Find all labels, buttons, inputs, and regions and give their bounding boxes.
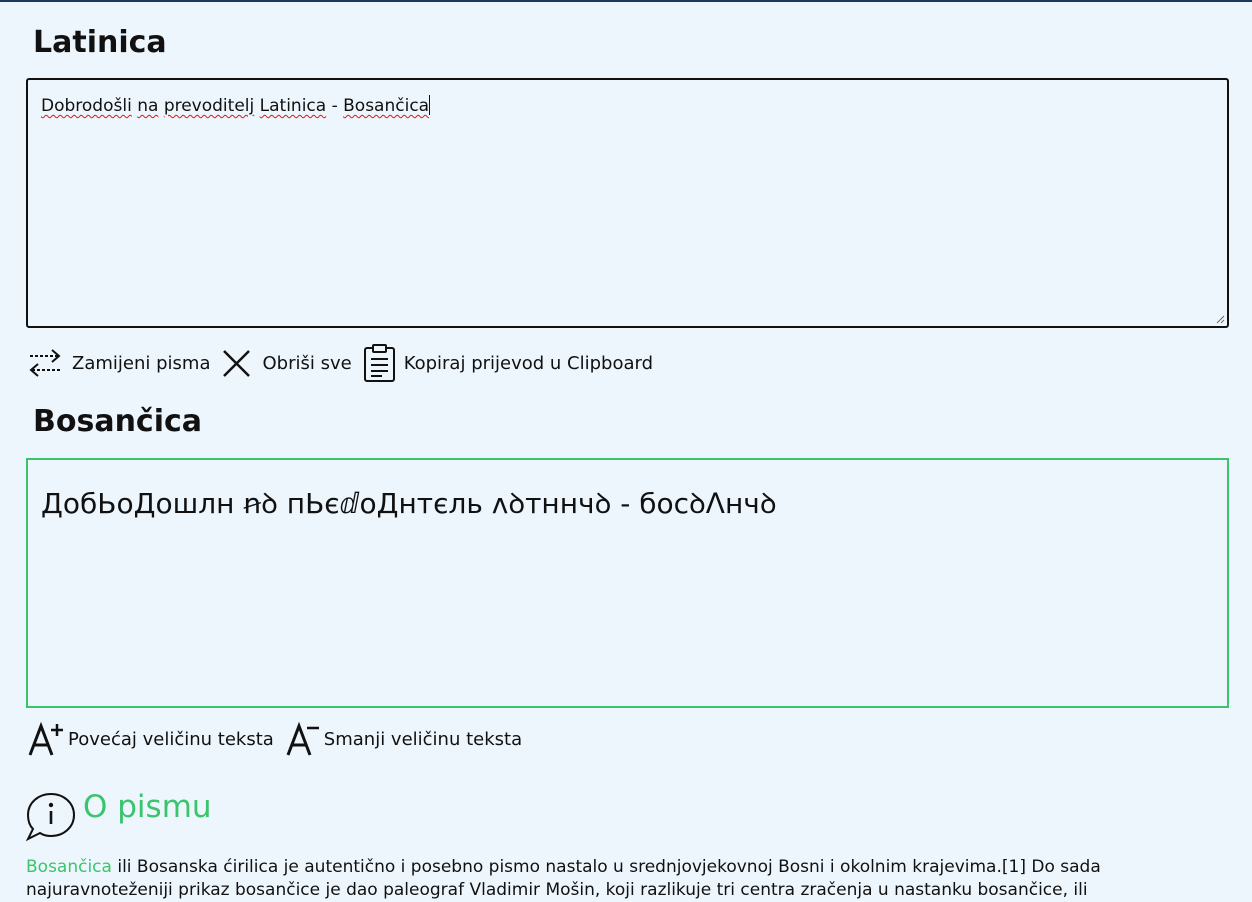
about-header: O pismu <box>25 789 212 843</box>
swap-arrows-icon <box>29 349 61 377</box>
clear-all-label: Obriši sve <box>262 352 352 374</box>
font-size-decrease-icon <box>286 721 319 756</box>
about-title: O pismu <box>83 789 212 825</box>
copy-to-clipboard-label: Kopiraj prijevod u Clipboard <box>403 352 654 374</box>
about-paragraph-text: ili Bosanska ćirilica je autentično i po… <box>111 857 1101 877</box>
bosancica-section-title: Bosančica <box>33 404 203 439</box>
input-word: na <box>137 96 159 116</box>
close-icon <box>223 350 251 377</box>
about-paragraph: Bosančica ili Bosanska ćirilica je auten… <box>26 856 1236 902</box>
decrease-text-size-button[interactable]: Smanji veličinu teksta <box>284 720 522 758</box>
increase-text-size-button[interactable]: Povećaj veličinu teksta <box>26 720 274 758</box>
input-word: prevoditelj <box>163 96 255 116</box>
bosancica-output-text: ДобЬоДошлн ꞥꝺ пЬєⅆоДнтєль ʌꝺтннчꝺ - босꝺ… <box>41 487 777 520</box>
latin-input-textarea[interactable]: Dobrodošli na prevoditelj Latinica - Bos… <box>26 78 1229 328</box>
top-border <box>0 0 1252 2</box>
swap-scripts-label: Zamijeni pisma <box>72 352 211 374</box>
decrease-text-size-label: Smanji veličinu teksta <box>323 728 523 750</box>
bosancica-output-box: ДобЬоДошлн ꞥꝺ пЬєⅆоДнтєль ʌꝺтннчꝺ - босꝺ… <box>26 458 1229 708</box>
font-size-increase-icon <box>28 721 63 756</box>
input-word: Latinica <box>259 96 327 116</box>
latin-input-text[interactable]: Dobrodošli na prevoditelj Latinica - Bos… <box>41 95 431 116</box>
font-size-toolbar: Povećaj veličinu teksta Smanji veličinu … <box>26 720 532 758</box>
clear-all-button[interactable]: Obriši sve <box>220 346 352 380</box>
text-caret <box>429 95 431 115</box>
input-word: - <box>331 96 338 116</box>
input-word: Dobrodošli <box>41 96 132 116</box>
clipboard-icon <box>363 344 395 382</box>
resize-grip-icon[interactable] <box>1215 314 1225 324</box>
input-word: Bosančica <box>343 96 430 116</box>
bosancica-link[interactable]: Bosančica <box>26 857 112 877</box>
latin-section-title: Latinica <box>33 25 167 60</box>
translation-toolbar: Zamijeni pisma Obriši sve Kopiraj prijev… <box>26 344 663 382</box>
copy-to-clipboard-button[interactable]: Kopiraj prijevod u Clipboard <box>362 343 653 383</box>
swap-scripts-button[interactable]: Zamijeni pisma <box>26 345 210 381</box>
about-paragraph-text: najuravnoteženiji prikaz bosančice je da… <box>26 880 1088 900</box>
info-speech-bubble-icon <box>25 792 76 842</box>
increase-text-size-label: Povećaj veličinu teksta <box>68 728 274 750</box>
